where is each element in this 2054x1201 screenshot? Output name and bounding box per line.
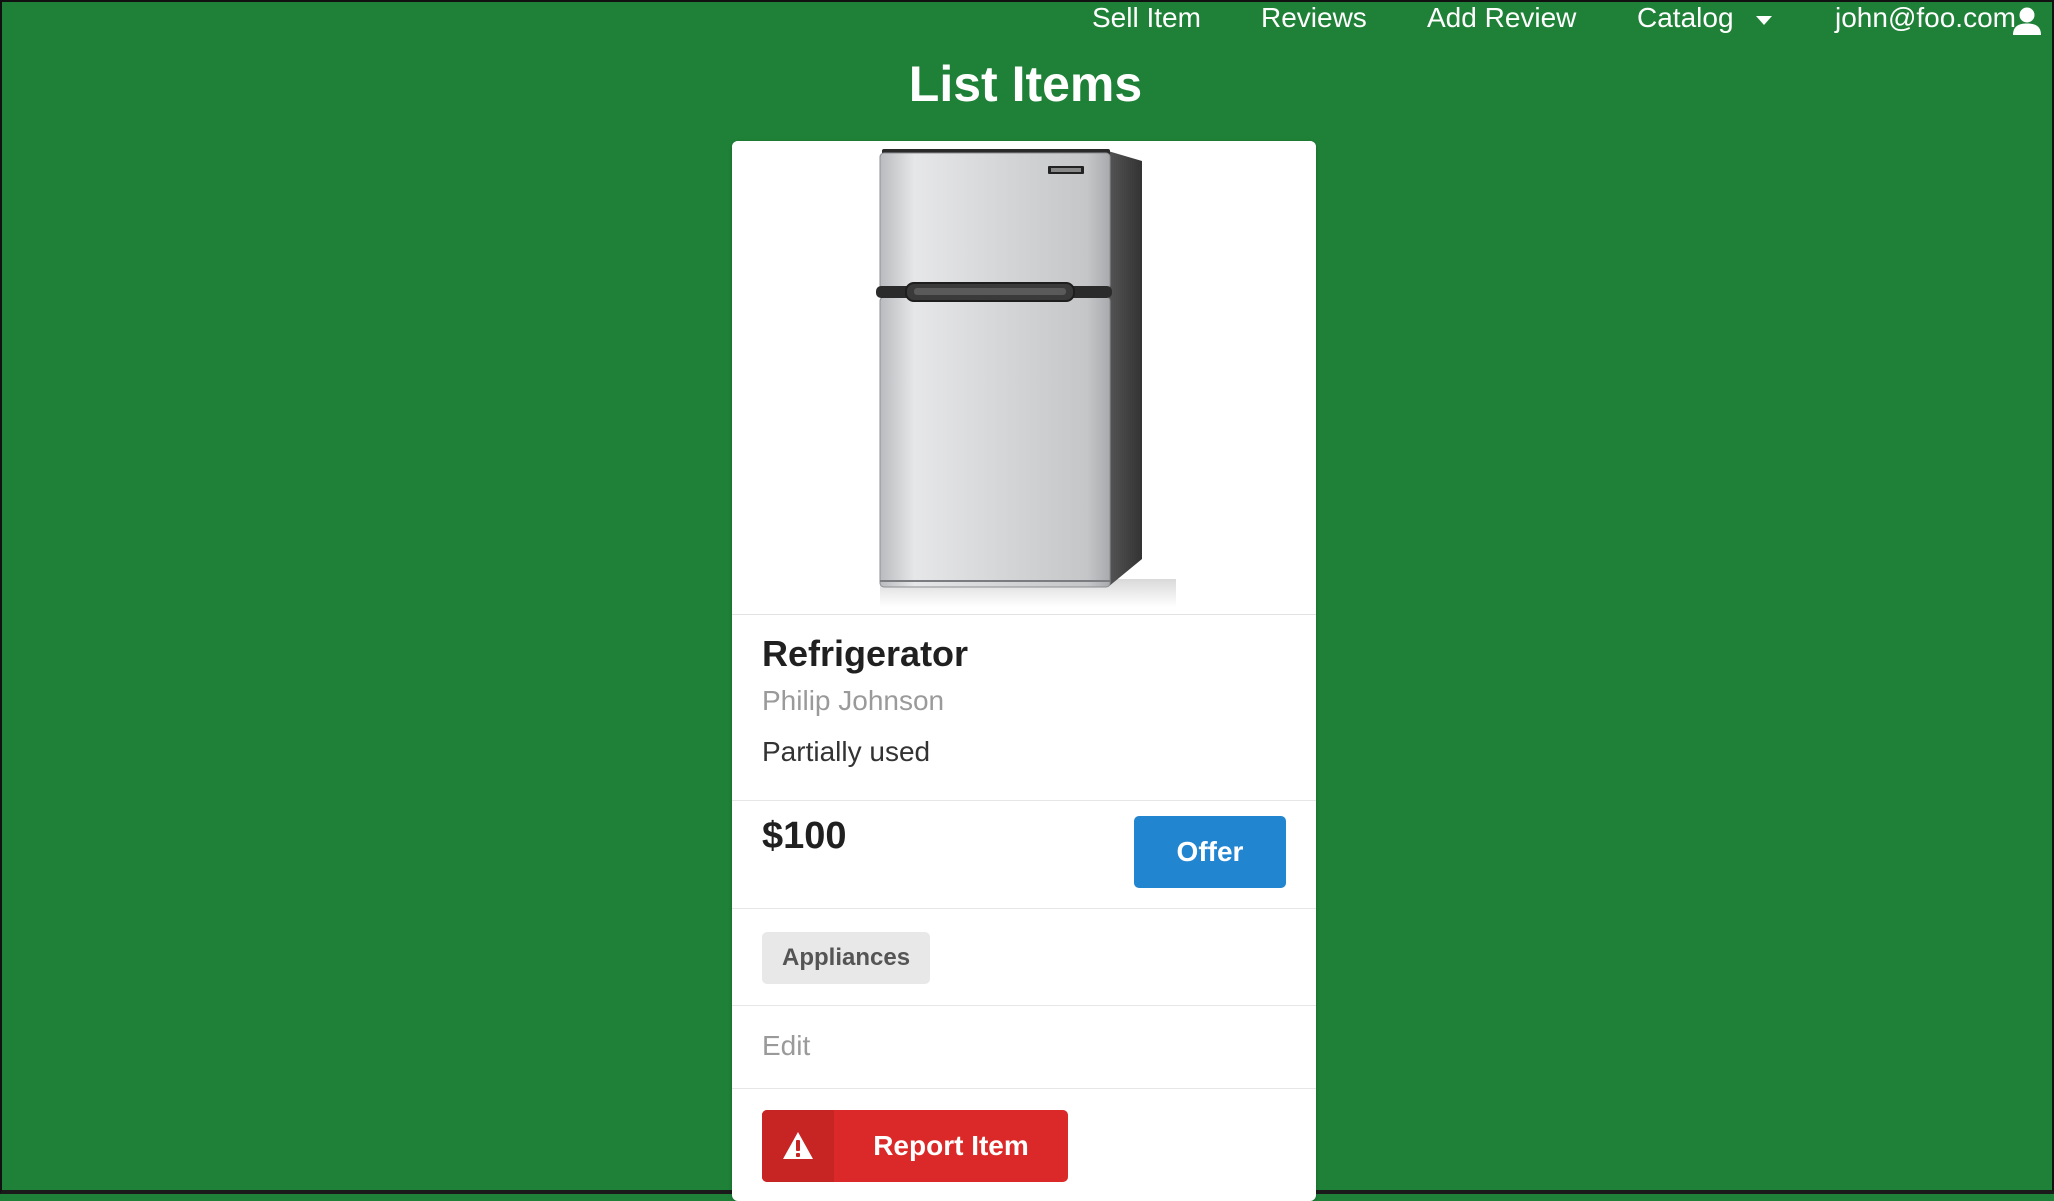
report-item-label: Report Item (873, 1130, 1029, 1161)
user-icon[interactable] (2012, 6, 2042, 36)
divider (732, 1005, 1316, 1006)
report-item-button[interactable]: Report Item (762, 1110, 1068, 1182)
page-title: List Items (908, 56, 1143, 112)
card-body: Refrigerator Philip Johnson Partially us… (732, 141, 1316, 1201)
nav-sell-item[interactable]: Sell Item (1092, 2, 1201, 34)
nav-reviews[interactable]: Reviews (1261, 2, 1367, 34)
chevron-down-icon[interactable] (1756, 16, 1772, 25)
edit-link[interactable]: Edit (762, 1030, 810, 1062)
warning-icon (762, 1110, 834, 1182)
divider (732, 800, 1316, 801)
category-tag[interactable]: Appliances (762, 932, 931, 984)
divider (732, 1088, 1316, 1089)
divider (732, 908, 1316, 909)
item-condition: Partially used (762, 736, 931, 767)
offer-button[interactable]: Offer (1134, 816, 1286, 888)
nav-add-review[interactable]: Add Review (1427, 2, 1576, 34)
item-price: $100 (762, 815, 847, 857)
item-card: Refrigerator Philip Johnson Partially us… (732, 141, 1316, 1201)
nav-catalog-dropdown[interactable]: Catalog (1637, 2, 1734, 34)
item-seller: Philip Johnson (762, 685, 945, 716)
item-name: Refrigerator (762, 633, 969, 674)
nav-user-email[interactable]: john@foo.com (1835, 2, 2016, 34)
